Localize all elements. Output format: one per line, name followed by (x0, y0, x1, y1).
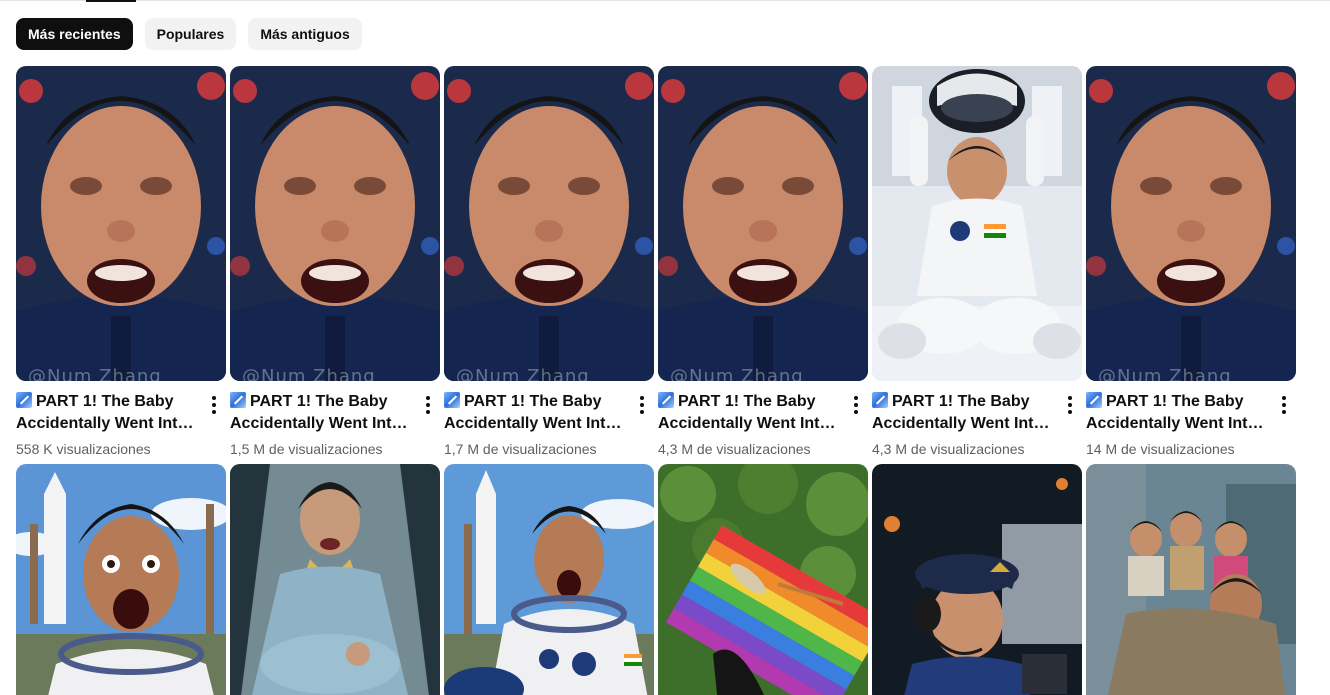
video-title-text: PART 1! The Baby Accidentally Went Into … (230, 393, 402, 432)
more-actions-icon[interactable] (418, 393, 438, 417)
more-actions-icon[interactable] (204, 393, 224, 417)
astronaut-baby-image (872, 66, 1082, 381)
rocket-emoji-icon (16, 392, 32, 408)
video-meta: PART 1! The Baby Accidentally Went Into … (872, 381, 1082, 459)
video-title[interactable]: PART 1! The Baby Accidentally Went Into … (872, 391, 1054, 435)
video-thumbnail[interactable] (1086, 464, 1296, 695)
rocket-emoji-icon (230, 392, 246, 408)
crying-baby-image (230, 66, 440, 381)
rocket-emoji-icon (658, 392, 674, 408)
video-card (444, 464, 654, 695)
video-title-text: PART 1! The Baby Accidentally Went Into … (444, 393, 616, 432)
video-thumbnail[interactable]: @Num Zhang (230, 66, 440, 381)
video-card (230, 464, 440, 695)
video-thumbnail[interactable] (444, 464, 654, 695)
more-actions-icon[interactable] (1060, 393, 1080, 417)
thumbnail-watermark: @Num Zhang (28, 366, 162, 381)
video-views: 4,3 M de visualizaciones (658, 441, 811, 457)
astronaut-man-isro-image (444, 464, 654, 695)
chip-populares[interactable]: Populares (144, 18, 237, 50)
crying-bride-image (230, 464, 440, 695)
video-title[interactable]: PART 1! The Baby Accidentally Went Into … (444, 391, 626, 435)
video-thumbnail[interactable] (230, 464, 440, 695)
video-thumbnail[interactable] (872, 464, 1082, 695)
video-title-text: PART 1! The Baby Accidentally Went Into … (1086, 393, 1258, 432)
pilot-baby-image (872, 464, 1082, 695)
video-views: 1,7 M de visualizaciones (444, 441, 597, 457)
video-card (16, 464, 226, 695)
more-actions-icon[interactable] (846, 393, 866, 417)
video-title-text: PART 1! The Baby Accidentally Went Into … (16, 393, 188, 432)
video-title[interactable]: PART 1! The Baby Accidentally Went Into … (1086, 391, 1268, 435)
crying-baby-image (444, 66, 654, 381)
video-card (872, 464, 1082, 695)
top-divider (0, 0, 1330, 1)
video-title[interactable]: PART 1! The Baby Accidentally Went Into … (658, 391, 840, 435)
crying-baby-image (16, 66, 226, 381)
crying-baby-image (658, 66, 868, 381)
video-title-text: PART 1! The Baby Accidentally Went Into … (658, 393, 830, 432)
video-thumbnail[interactable]: @Num Zhang (16, 66, 226, 381)
video-card: @Num Zhang PART 1! The Baby Accidentally… (230, 66, 440, 459)
thumbnail-watermark: @Num Zhang (1098, 366, 1232, 381)
video-thumbnail[interactable] (16, 464, 226, 695)
chip-mas-antiguos[interactable]: Más antiguos (248, 18, 362, 50)
video-card: @Num Zhang PART 1! The Baby Accidentally… (658, 66, 868, 459)
video-views: 1,5 M de visualizaciones (230, 441, 383, 457)
video-grid: @Num Zhang PART 1! The Baby Accidentally… (16, 66, 1296, 695)
video-card: @Num Zhang PART 1! The Baby Accidentally… (444, 66, 654, 459)
video-title[interactable]: PART 1! The Baby Accidentally Went Into … (16, 391, 198, 435)
video-meta: PART 1! The Baby Accidentally Went Into … (444, 381, 654, 459)
crying-baby-image (1086, 66, 1296, 381)
video-meta: PART 1! The Baby Accidentally Went Into … (1086, 381, 1296, 459)
astronaut-man-rocket-image (16, 464, 226, 695)
video-card: @Num Zhang PART 1! The Baby Accidentally… (1086, 66, 1296, 459)
video-card (1086, 464, 1296, 695)
rocket-emoji-icon (872, 392, 888, 408)
active-tab-indicator (86, 0, 136, 2)
video-thumbnail[interactable] (872, 66, 1082, 381)
rocket-emoji-icon (444, 392, 460, 408)
video-meta: PART 1! The Baby Accidentally Went Into … (658, 381, 868, 459)
video-card (658, 464, 868, 695)
chip-mas-recientes[interactable]: Más recientes (16, 18, 133, 50)
video-title-text: PART 1! The Baby Accidentally Went Into … (872, 393, 1044, 432)
thumbnail-watermark: @Num Zhang (456, 366, 590, 381)
video-thumbnail[interactable]: @Num Zhang (658, 66, 868, 381)
family-piggyback-image (1086, 464, 1296, 695)
video-meta: PART 1! The Baby Accidentally Went Into … (230, 381, 440, 459)
video-views: 558 K visualizaciones (16, 441, 151, 457)
thumbnail-watermark: @Num Zhang (670, 366, 804, 381)
sort-chips: Más recientes Populares Más antiguos (16, 18, 362, 50)
rainbow-leaf-image (658, 464, 868, 695)
video-card: @Num Zhang PART 1! The Baby Accidentally… (16, 66, 226, 459)
video-meta: PART 1! The Baby Accidentally Went Into … (16, 381, 226, 459)
video-views: 14 M de visualizaciones (1086, 441, 1235, 457)
video-thumbnail[interactable]: @Num Zhang (444, 66, 654, 381)
video-title[interactable]: PART 1! The Baby Accidentally Went Into … (230, 391, 412, 435)
thumbnail-watermark: @Num Zhang (242, 366, 376, 381)
more-actions-icon[interactable] (632, 393, 652, 417)
more-actions-icon[interactable] (1274, 393, 1294, 417)
video-views: 4,3 M de visualizaciones (872, 441, 1025, 457)
video-thumbnail[interactable] (658, 464, 868, 695)
video-card: PART 1! The Baby Accidentally Went Into … (872, 66, 1082, 459)
video-thumbnail[interactable]: @Num Zhang (1086, 66, 1296, 381)
rocket-emoji-icon (1086, 392, 1102, 408)
